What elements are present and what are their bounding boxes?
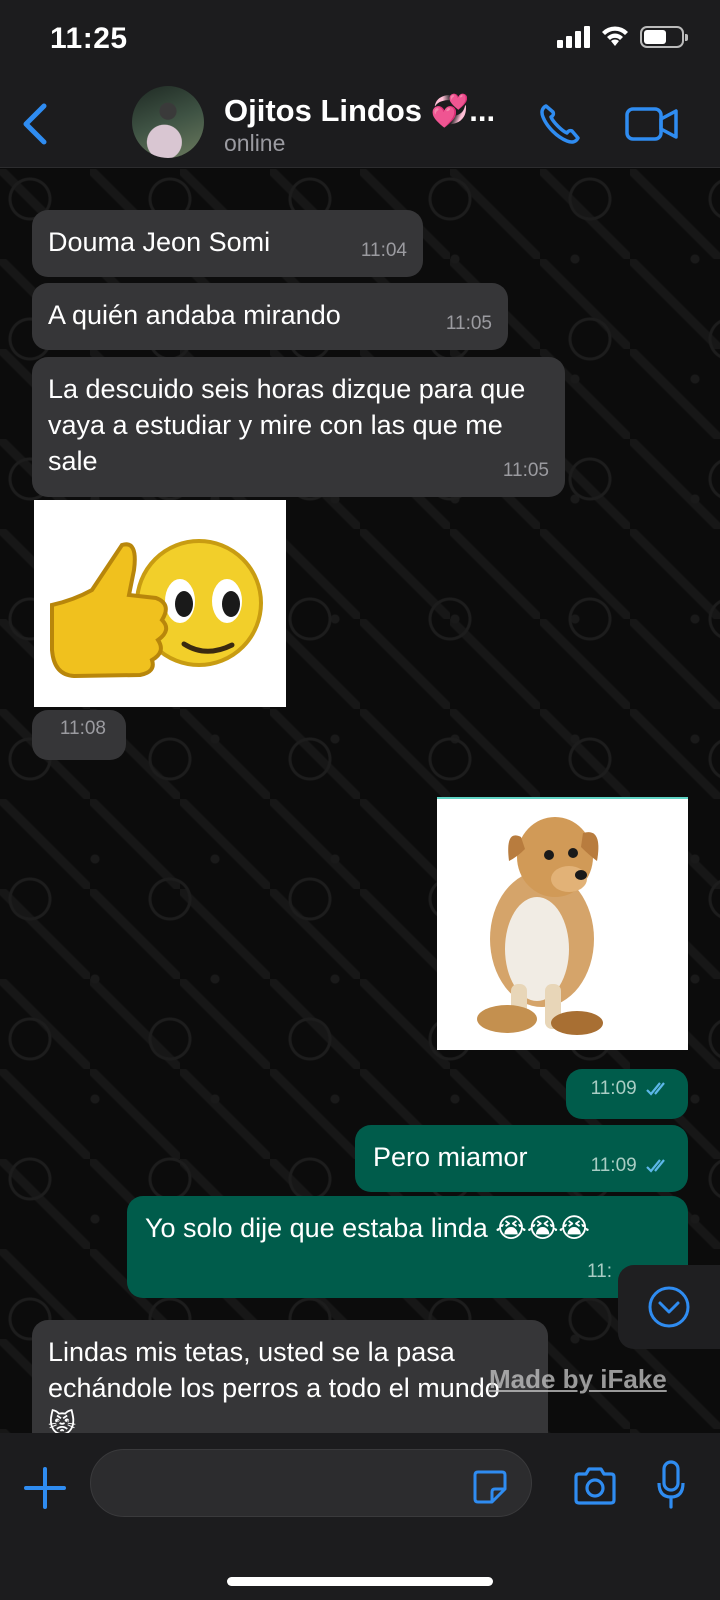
message-time: 11:09 (591, 1148, 672, 1184)
double-check-icon (646, 1082, 665, 1096)
message-bubble[interactable]: Yo solo dije que estaba linda 😭😭😭 11: (127, 1196, 688, 1298)
plus-icon[interactable] (22, 1465, 68, 1511)
message-input[interactable] (90, 1449, 532, 1517)
phone-icon[interactable] (536, 100, 584, 148)
media-timestamp: 11:09 (566, 1069, 688, 1119)
status-bar: 11:25 (0, 0, 720, 80)
thumbs-up-sticker-image[interactable] (34, 500, 286, 707)
input-bar (0, 1433, 720, 1600)
back-icon[interactable] (16, 102, 56, 146)
contact-status: online (224, 130, 286, 156)
status-icons (557, 26, 688, 48)
message-text: A quién andaba mirando (48, 300, 341, 330)
scroll-down-button[interactable] (618, 1265, 720, 1349)
watermark: Made by iFake (489, 1364, 667, 1394)
message-time: 11: (586, 1261, 612, 1282)
message-text: La descuido seis horas dizque para que v… (48, 374, 526, 476)
contact-name[interactable]: Ojitos Lindos 💞... (224, 92, 495, 129)
battery-icon (640, 26, 688, 48)
message-bubble[interactable]: A quién andaba mirando 11:05 (32, 283, 508, 350)
message-time: 11:05 (502, 460, 549, 481)
media-timestamp: 11:08 (32, 710, 126, 760)
message-time: 11:04 (360, 240, 407, 261)
mic-icon[interactable] (656, 1459, 686, 1511)
message-bubble[interactable]: Lindas mis tetas, usted se la pasa echán… (32, 1320, 548, 1433)
message-time-text: 11:09 (590, 1155, 637, 1176)
message-bubble[interactable]: Pero miamor 11:09 (355, 1125, 688, 1192)
chevron-down-icon (648, 1286, 690, 1328)
double-check-icon (646, 1159, 665, 1173)
status-time: 11:25 (50, 22, 128, 55)
message-time: 11:05 (445, 313, 492, 334)
video-icon[interactable] (624, 102, 680, 146)
message-time: 11:08 (59, 718, 106, 739)
message-time: 11:09 (591, 1071, 672, 1107)
signal-icon (557, 26, 590, 48)
chat-header: Ojitos Lindos 💞... online (0, 80, 720, 168)
dog-image[interactable] (437, 797, 688, 1050)
message-time-text: 11:09 (590, 1078, 637, 1099)
message-bubble[interactable]: La descuido seis horas dizque para que v… (32, 357, 565, 497)
camera-icon[interactable] (572, 1465, 618, 1507)
home-indicator (227, 1577, 493, 1586)
message-bubble[interactable]: Douma Jeon Somi 11:04 (32, 210, 423, 277)
avatar[interactable] (132, 86, 204, 158)
chat-area[interactable]: Douma Jeon Somi 11:04 A quién andaba mir… (0, 169, 720, 1433)
sticker-icon[interactable] (472, 1469, 508, 1505)
message-text: Yo solo dije que estaba linda 😭😭😭 (145, 1213, 590, 1243)
message-text: Lindas mis tetas, usted se la pasa echán… (48, 1337, 500, 1433)
message-text: Douma Jeon Somi (48, 227, 271, 257)
wifi-icon (602, 26, 628, 46)
